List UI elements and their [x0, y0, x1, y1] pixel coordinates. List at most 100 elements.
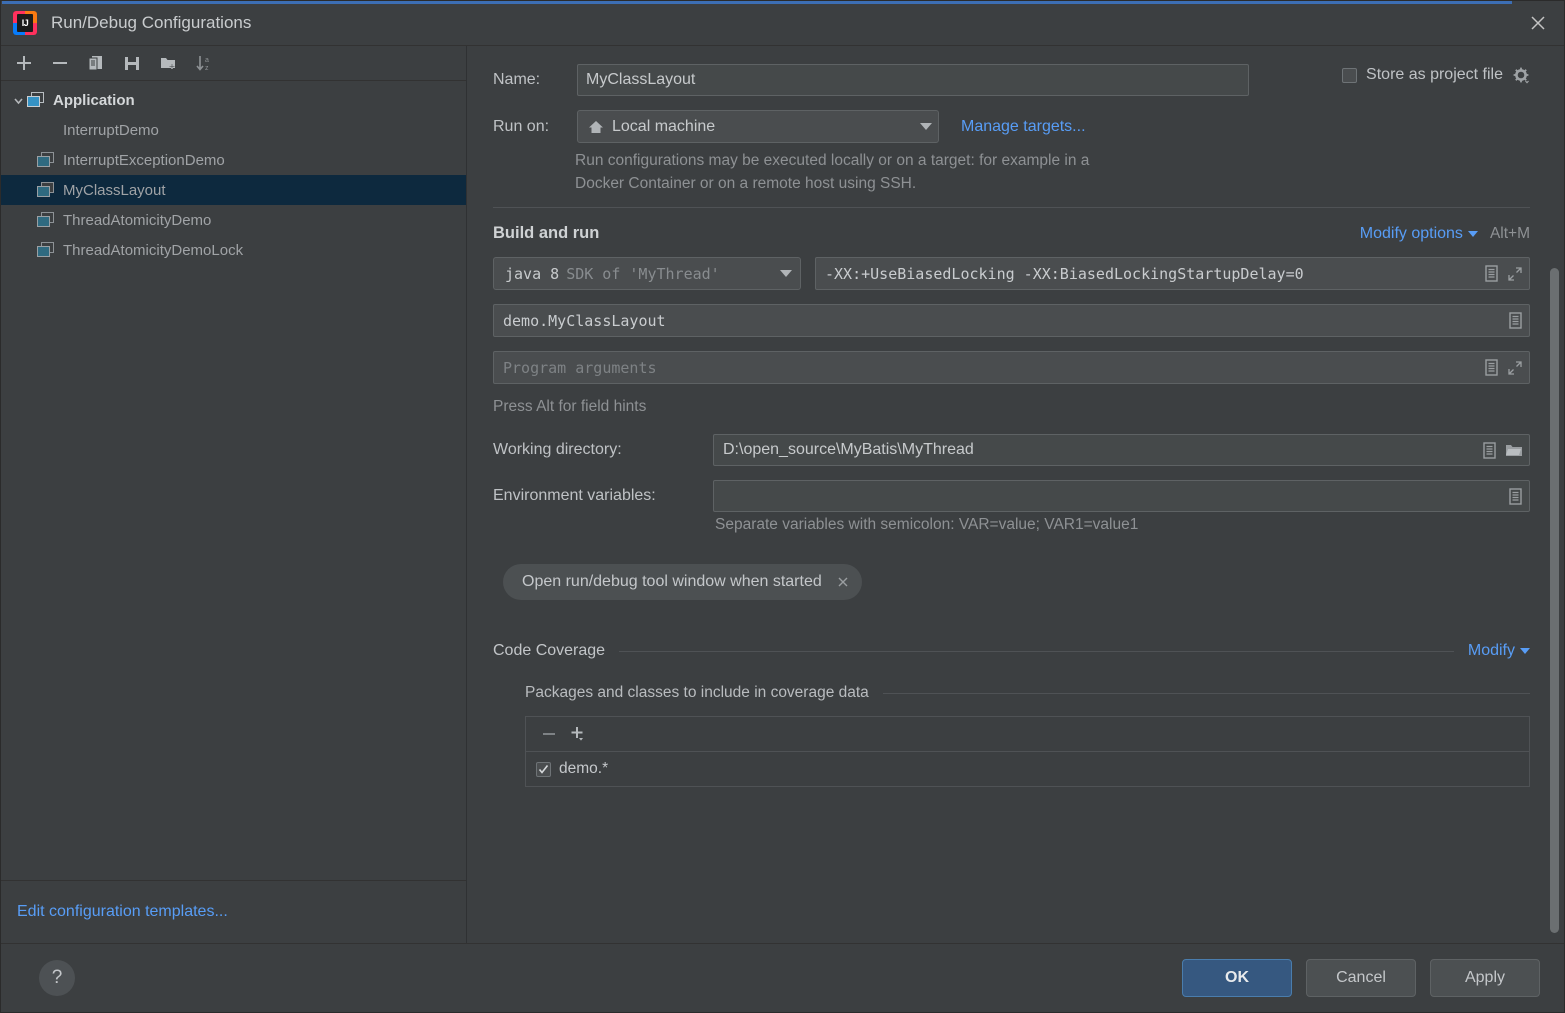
window-accent-bar [2, 1, 1512, 4]
expand-editor-icon[interactable] [1507, 360, 1523, 376]
save-configuration-button[interactable] [117, 50, 147, 76]
coverage-packages-header: Packages and classes to include in cover… [525, 684, 1530, 702]
window-title: Run/Debug Configurations [51, 13, 252, 32]
program-arguments-input[interactable]: Program arguments [493, 351, 1530, 384]
run-on-label: Run on: [493, 117, 550, 135]
jdk-select[interactable]: java 8 SDK of 'MyThread' [493, 257, 801, 290]
field-hints-text: Press Alt for field hints [493, 398, 647, 415]
expand-editor-icon[interactable] [1507, 266, 1523, 282]
build-and-run-separator [493, 207, 1530, 208]
dialog-body: a z Application InterruptDemo InterruptE… [1, 46, 1564, 943]
sidebar-item-label: InterruptExceptionDemo [63, 151, 225, 169]
run-on-row: Run on: Local machine Manage targets... [493, 110, 1530, 143]
new-folder-button[interactable] [153, 50, 183, 76]
main-class-input[interactable]: demo.MyClassLayout [493, 304, 1530, 337]
name-input[interactable]: MyClassLayout [577, 64, 1249, 96]
ok-button[interactable]: OK [1182, 959, 1292, 997]
sidebar-item-label: ThreadAtomicityDemo [63, 211, 212, 229]
form-scrollbar-thumb[interactable] [1550, 268, 1559, 933]
macro-list-icon[interactable] [1484, 359, 1499, 376]
sidebar-item-label: InterruptDemo [63, 121, 159, 139]
working-directory-input[interactable]: D:\open_source\MyBatis\MyThread [713, 434, 1530, 466]
modify-options-label: Modify options [1359, 224, 1463, 242]
checkbox-box[interactable] [1342, 67, 1358, 83]
chevron-down-icon[interactable] [920, 123, 932, 130]
coverage-package-row[interactable]: demo.* [526, 752, 1529, 786]
tree-group-application[interactable]: Application [1, 85, 466, 115]
jdk-vm-options-row: java 8 SDK of 'MyThread' -XX:+UseBiasedL… [493, 257, 1530, 290]
help-button[interactable]: ? [39, 960, 75, 996]
macro-list-icon[interactable] [1508, 487, 1523, 505]
sidebar-item-threadatomicitydemolock[interactable]: ThreadAtomicityDemoLock [1, 235, 466, 265]
configuration-icon [37, 242, 55, 258]
home-icon [588, 119, 604, 135]
run-debug-configurations-dialog: IJ Run/Debug Configurations a z Applicat… [0, 0, 1565, 1013]
apply-button[interactable]: Apply [1430, 959, 1540, 997]
chevron-down-icon[interactable] [780, 270, 792, 277]
close-icon[interactable] [1512, 1, 1564, 45]
store-as-project-file-checkbox[interactable]: Store as project file [1342, 66, 1530, 84]
coverage-packages-rule [882, 692, 1530, 694]
code-coverage-modify-link[interactable]: Modify [1468, 642, 1530, 660]
remove-configuration-button[interactable] [45, 50, 75, 76]
sidebar-item-myclasslayout[interactable]: MyClassLayout [1, 175, 466, 205]
environment-variables-hint: Separate variables with semicolon: VAR=v… [715, 516, 1139, 533]
sort-alphabetically-icon[interactable]: a z [189, 50, 219, 76]
dialog-footer: ? OK Cancel Apply [1, 943, 1564, 1012]
svg-text:z: z [205, 65, 209, 72]
remove-package-button[interactable] [540, 725, 558, 743]
code-coverage-rule [619, 650, 1454, 652]
add-package-button[interactable] [568, 724, 588, 744]
gear-icon[interactable] [1513, 67, 1530, 84]
program-arguments-placeholder: Program arguments [503, 358, 657, 377]
option-pill-label: Open run/debug tool window when started [522, 573, 822, 590]
vm-options-input[interactable]: -XX:+UseBiasedLocking -XX:BiasedLockingS… [815, 257, 1530, 290]
browse-folder-icon[interactable] [1505, 442, 1523, 458]
store-as-project-file-label: Store as project file [1366, 66, 1503, 83]
form-scrollbar[interactable] [1550, 46, 1559, 943]
macro-list-icon[interactable] [1484, 265, 1499, 282]
code-coverage-modify-label: Modify [1467, 642, 1515, 659]
tree-group-label: Application [53, 91, 135, 109]
chevron-down-icon [1520, 648, 1530, 654]
close-icon[interactable] [836, 575, 850, 589]
intellij-logo-text: IJ [17, 14, 33, 32]
working-directory-value: D:\open_source\MyBatis\MyThread [723, 441, 974, 458]
copy-configuration-button[interactable] [81, 50, 111, 76]
run-on-select[interactable]: Local machine [577, 110, 939, 143]
vm-options-value: -XX:+UseBiasedLocking -XX:BiasedLockingS… [825, 264, 1304, 283]
sidebar-item-interruptdemo[interactable]: InterruptDemo [1, 115, 466, 145]
add-configuration-button[interactable] [9, 50, 39, 76]
chevron-down-icon[interactable] [9, 94, 27, 107]
environment-variables-row: Environment variables: [493, 480, 1530, 512]
modify-options-link[interactable]: Modify options [1360, 225, 1478, 243]
intellij-logo-icon: IJ [13, 11, 37, 35]
sidebar-toolbar: a z [1, 46, 466, 81]
manage-targets-link[interactable]: Manage targets... [961, 118, 1086, 136]
environment-variables-input[interactable] [713, 480, 1530, 512]
sidebar-item-interruptexceptiondemo[interactable]: InterruptExceptionDemo [1, 145, 466, 175]
edit-configuration-templates-link[interactable]: Edit configuration templates... [1, 880, 466, 943]
sidebar-item-threadatomicitydemo[interactable]: ThreadAtomicityDemo [1, 205, 466, 235]
sidebar-item-label: MyClassLayout [63, 181, 166, 199]
configurations-tree: Application InterruptDemo InterruptExcep… [1, 81, 466, 880]
jdk-name: java 8 [505, 264, 560, 283]
configuration-icon [37, 212, 55, 228]
chevron-down-icon [1467, 230, 1478, 237]
application-type-icon [27, 92, 45, 108]
macro-list-icon[interactable] [1508, 312, 1523, 329]
working-directory-row: Working directory: D:\open_source\MyBati… [493, 434, 1530, 466]
coverage-package-checkbox[interactable] [536, 761, 551, 777]
modify-options-shortcut: Alt+M [1489, 224, 1530, 242]
macro-list-icon[interactable] [1482, 441, 1497, 459]
configuration-icon [37, 152, 55, 168]
main-class-value: demo.MyClassLayout [503, 311, 666, 330]
code-coverage-title: Code Coverage [493, 642, 606, 659]
configurations-sidebar: a z Application InterruptDemo InterruptE… [1, 46, 467, 943]
run-on-help-text: Run configurations may be executed local… [575, 152, 1090, 192]
coverage-packages-title: Packages and classes to include in cover… [525, 684, 869, 701]
cancel-button[interactable]: Cancel [1306, 959, 1416, 997]
environment-variables-label: Environment variables: [493, 487, 656, 504]
option-pill-open-run-debug-tool-window[interactable]: Open run/debug tool window when started [503, 564, 862, 600]
run-on-value: Local machine [612, 117, 716, 135]
